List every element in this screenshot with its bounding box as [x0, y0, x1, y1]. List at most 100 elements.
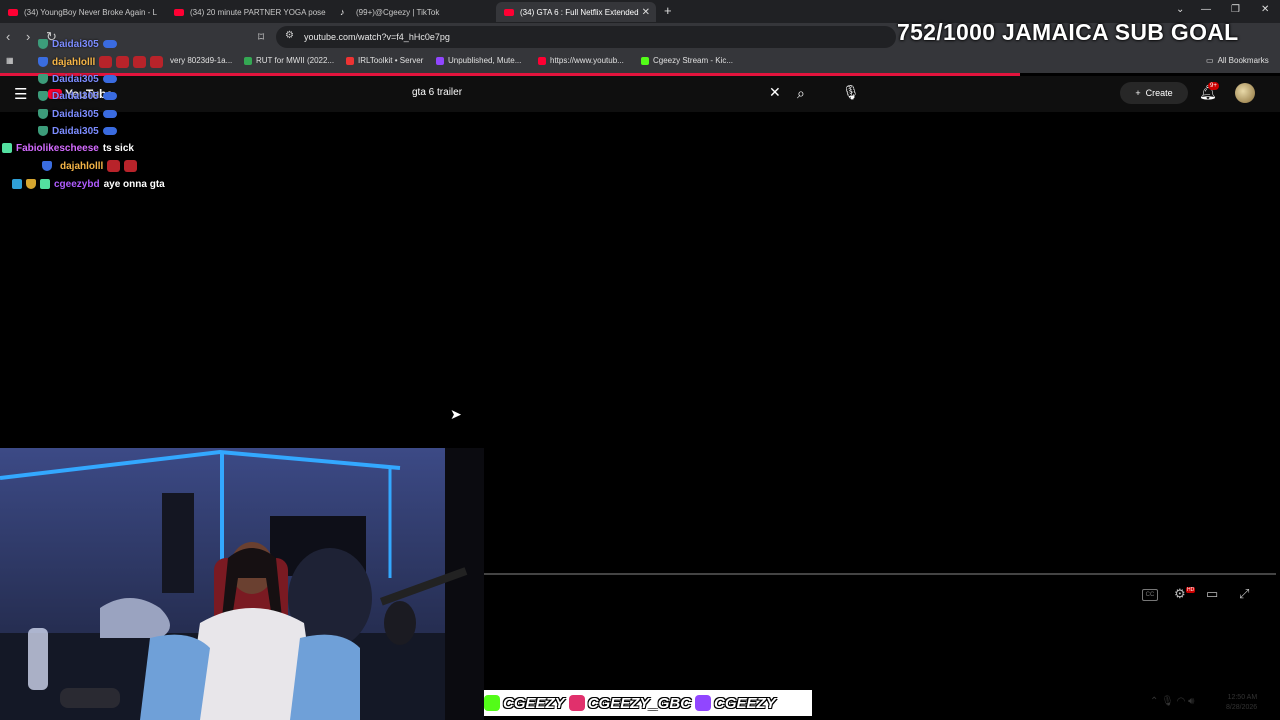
address-url: youtube.com/watch?v=f4_hHc0e7pg: [304, 32, 450, 42]
browser-tab[interactable]: ♪ (99+)@Cgeezy | TikTok: [332, 2, 492, 22]
kick-social: CGEEZY: [484, 695, 565, 712]
fullscreen-icon[interactable]: ⤢: [1239, 586, 1249, 602]
chat-username: Daidai305: [52, 73, 99, 85]
chat-message: cgeezybd aye onna gta: [12, 176, 165, 192]
moderator-badge-icon: [38, 126, 48, 136]
clear-search-icon[interactable]: ✕: [769, 84, 781, 101]
close-tab-icon[interactable]: ✕: [642, 7, 650, 18]
twitch-social: CGEEZY: [695, 695, 776, 712]
browser-tab[interactable]: (34) YoungBoy Never Broke Again - L: [0, 2, 160, 22]
chat-username: dajahlolll: [60, 160, 104, 172]
search-icon[interactable]: ⌕: [797, 85, 805, 102]
bookmark-label: very 8023d9-1a...: [170, 56, 233, 65]
bookmark-icon[interactable]: ⌑: [258, 30, 264, 44]
folder-icon: ▭: [1206, 56, 1214, 65]
forward-icon[interactable]: ›: [26, 29, 30, 44]
microphone-icon[interactable]: 🎙︎: [842, 84, 860, 101]
browser-tab[interactable]: (34) 20 minute PARTNER YOGA pose: [166, 2, 326, 22]
emote-icon: [107, 160, 121, 172]
chat-message: Daidai305: [38, 88, 117, 104]
moderator-badge-icon: [38, 74, 48, 84]
webcam-feed: [0, 448, 484, 720]
chat-message: Daidai305: [38, 36, 117, 52]
plus-icon: +: [1135, 88, 1141, 98]
bookmark-item[interactable]: Cgeezy Stream - Kic...: [641, 56, 733, 65]
system-tray-icons[interactable]: ⌃ 🎙︎ ◠ 🔊︎: [1150, 696, 1194, 707]
gift-badge-icon: [40, 179, 50, 189]
bookmark-item[interactable]: IRLToolkit • Server: [346, 56, 423, 65]
bookmark-label: RUT for MWII (2022...: [256, 56, 335, 65]
emote-icon: [102, 110, 117, 118]
taskbar-clock[interactable]: 12:50 AM 8/28/2026: [1226, 693, 1257, 713]
theater-mode-icon[interactable]: ▭: [1206, 586, 1218, 602]
create-label: Create: [1145, 88, 1173, 98]
emote-icon: [102, 40, 117, 48]
chat-message: Fabiolikescheese ts sick: [2, 140, 134, 156]
youtube-favicon-icon: [538, 56, 546, 65]
chat-message: dajahlolll: [42, 158, 138, 174]
bookmark-item[interactable]: RUT for MWII (2022...: [244, 56, 334, 65]
emote-icon: [150, 56, 164, 68]
youtube-header: ☰ YouTube gta 6 trailer ✕: [0, 76, 1280, 112]
create-button[interactable]: + Create: [1120, 82, 1188, 104]
tab-search-icon[interactable]: ⌄: [1176, 4, 1184, 15]
mouse-cursor-icon: ➤: [450, 406, 462, 422]
bookmarks-bar: ▦ very 8023d9-1a... RUT for MWII (2022..…: [0, 51, 1280, 73]
clock-date: 8/28/2026: [1226, 704, 1258, 711]
kick-logo-icon: [484, 695, 500, 711]
moderator-badge-icon: [38, 109, 48, 119]
instagram-logo-icon: [568, 695, 585, 711]
browser-tab-active[interactable]: (34) GTA 6 : Full Netflix Extended ✕: [496, 2, 656, 22]
menu-icon[interactable]: ☰: [14, 85, 27, 103]
youtube-favicon-icon: [174, 8, 184, 16]
tab-label: (34) GTA 6 : Full Netflix Extended: [520, 7, 639, 17]
all-bookmarks[interactable]: ▭ All Bookmarks: [1206, 56, 1269, 65]
chat-message: dajahlolll: [38, 54, 164, 70]
drive-icon: [244, 56, 252, 65]
close-window-icon[interactable]: ✕: [1261, 4, 1269, 15]
gift-badge-icon: [2, 143, 12, 153]
emote-icon: [102, 92, 117, 100]
settings-gear-icon[interactable]: ⚙: [1174, 586, 1186, 602]
bookmark-item[interactable]: very 8023d9-1a...: [170, 56, 232, 65]
tab-label: (99+)@Cgeezy | TikTok: [356, 7, 440, 17]
address-bar[interactable]: ⚙ youtube.com/watch?v=f4_hHc0e7pg: [276, 26, 896, 48]
moderator-badge-icon: [38, 39, 48, 49]
chat-username: Daidai305: [52, 38, 99, 50]
socials-banner: CGEEZY CGEEZY_GBC CGEEZY: [484, 690, 812, 716]
avatar[interactable]: [1235, 83, 1255, 103]
tab-label: (34) YoungBoy Never Broke Again - L: [24, 7, 157, 17]
subtitles-icon[interactable]: CC: [1142, 589, 1158, 601]
tiktok-favicon-icon: ♪: [340, 7, 345, 17]
bookmark-label: Cgeezy Stream - Kic...: [653, 56, 734, 65]
webcam-scene-image: [0, 448, 484, 720]
vip-badge-icon: [26, 179, 36, 189]
tab-label: (34) 20 minute PARTNER YOGA pose: [190, 7, 326, 17]
site-info-icon[interactable]: ⚙: [285, 30, 294, 41]
search-input[interactable]: gta 6 trailer ✕: [400, 81, 788, 105]
instagram-social: CGEEZY_GBC: [568, 694, 692, 712]
notification-count-badge: 9+: [1208, 82, 1219, 90]
video-seekbar[interactable]: [484, 573, 1276, 575]
new-tab-icon[interactable]: +: [664, 3, 672, 18]
chat-username: Fabiolikescheese: [16, 142, 99, 154]
bookmark-item[interactable]: https://www.youtub...: [538, 56, 624, 65]
prime-badge-icon: [12, 179, 22, 189]
instagram-handle: CGEEZY_GBC: [587, 694, 692, 712]
minimize-icon[interactable]: —: [1201, 4, 1211, 15]
hd-badge: HD: [1186, 587, 1196, 593]
back-icon[interactable]: ‹: [6, 29, 10, 44]
bookmark-label: IRLToolkit • Server: [358, 56, 424, 65]
youtube-favicon-icon: [504, 8, 514, 16]
bookmark-item[interactable]: Unpublished, Mute...: [436, 56, 521, 65]
search-query: gta 6 trailer: [412, 87, 463, 98]
apps-icon[interactable]: ▦: [6, 56, 14, 65]
all-bookmarks-label: All Bookmarks: [1217, 56, 1269, 65]
emote-icon: [102, 127, 117, 135]
sub-goal-overlay: 752/1000 JAMAICA SUB GOAL: [897, 19, 1239, 45]
restore-icon[interactable]: ❐: [1231, 4, 1240, 15]
emote-icon: [133, 56, 147, 68]
chat-username: Daidai305: [52, 125, 99, 137]
kick-handle: CGEEZY: [503, 694, 565, 712]
chat-message: Daidai305: [38, 106, 117, 122]
